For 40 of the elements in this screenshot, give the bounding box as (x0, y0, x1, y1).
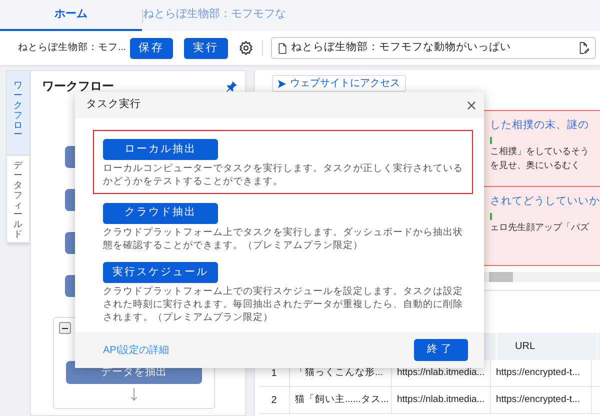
side-tab[interactable]: データフィールド (6, 155, 30, 243)
edit-icon[interactable] (579, 42, 589, 54)
status-mark (490, 213, 492, 220)
visit-website-button[interactable]: ウェブサイトにアクセス (272, 75, 406, 92)
option-description: ローカルコンピューターでタスクを実行します。タスクが正しく実行されているかどうかをテストすることができます。 (103, 162, 464, 188)
result-text: を見せ、奥にいるむく (490, 159, 581, 172)
scrollbar-thumb[interactable] (489, 272, 513, 282)
result-title[interactable]: されてどうしていいか (490, 195, 600, 208)
task-name: ねとらぼ生物部：モフ... (18, 40, 127, 55)
save-button[interactable]: 保存 (130, 38, 173, 58)
table-cell: https://encrypted-t... (491, 360, 592, 386)
table-cell: https://encrypted-t... (491, 387, 592, 413)
option-button[interactable]: 実行スケジュール (103, 262, 218, 284)
arrow-down-icon (130, 388, 138, 401)
option-button[interactable]: クラウド抽出 (103, 202, 218, 224)
pin-icon[interactable] (226, 80, 238, 92)
finish-button[interactable]: 終了 (414, 339, 468, 361)
status-mark (490, 137, 492, 144)
settings-icon[interactable] (238, 40, 254, 56)
api-settings-link[interactable]: API設定の詳細 (103, 342, 414, 358)
url-field[interactable]: ねとらぼ生物部：モフモフな動物がいっぱい (271, 37, 596, 59)
dialog-title: タスク実行 (86, 97, 142, 112)
option-description: クラウドプラットフォーム上での実行スケジュールを設定します。タスクは設定された時刻に実行されます。毎回抽出されたデータが重複したら、自動的に削除されます。（プレミアムプラン限定） (103, 285, 464, 324)
table-cell: 猫「飼い主......タス... (290, 387, 392, 413)
result-text: こ相撲」をしているそう (490, 145, 590, 158)
table-cell: https://nlab.itmedia... (392, 387, 491, 413)
column-header: URL (497, 333, 598, 360)
play-icon (278, 80, 286, 88)
result-title[interactable]: した相撲の末、謎の (490, 119, 600, 132)
close-icon[interactable] (467, 100, 476, 110)
panel-title: ワークフロー (42, 78, 115, 95)
url-text: ねとらぼ生物部：モフモフな動物がいっぱい (291, 40, 512, 56)
option-button[interactable]: ローカル抽出 (103, 139, 218, 160)
result-text: ェロ先生顔アップ「バズ (490, 221, 590, 234)
option-description: クラウドプラットフォーム上でタスクを実行します。ダッシュボードから抽出状態を確認することができます。（プレミアムプラン限定） (103, 226, 464, 252)
side-tab[interactable]: ワークフロー (6, 70, 30, 155)
run-button[interactable]: 実行 (184, 38, 228, 58)
document-icon (278, 42, 287, 54)
row-number: 2 (259, 387, 290, 413)
collapse-icon[interactable] (59, 322, 71, 334)
